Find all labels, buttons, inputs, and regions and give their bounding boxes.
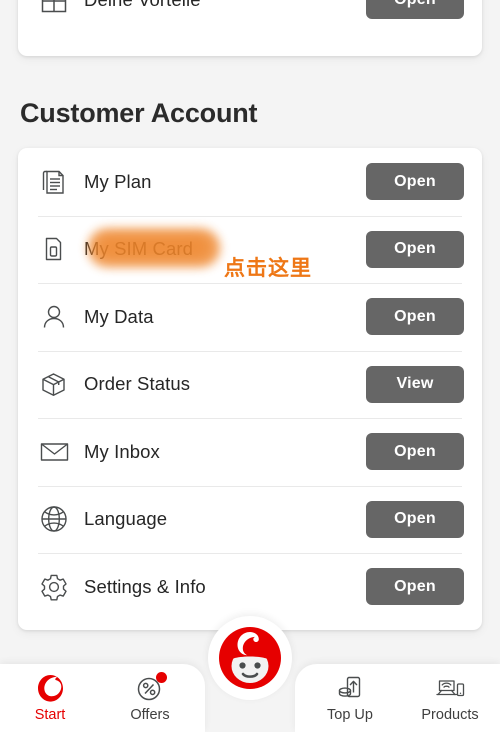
open-button-my-sim-card[interactable]: Open xyxy=(366,230,464,268)
router-phone-icon xyxy=(435,673,465,703)
list-item-label: My Inbox xyxy=(84,440,160,462)
list-item-label: My Data xyxy=(84,305,154,327)
bottom-navigation-bar: Start Offers Top Up Products xyxy=(0,616,500,732)
person-icon xyxy=(38,301,84,333)
gear-icon xyxy=(38,571,84,603)
vodafone-logo-icon xyxy=(37,673,64,703)
list-item-deine-vorteile[interactable]: Deine Vorteile Open xyxy=(18,0,482,56)
list-item-label: My Plan xyxy=(84,170,152,192)
envelope-icon xyxy=(38,435,84,468)
list-item-label: My SIM Card xyxy=(84,238,194,260)
open-button-my-data[interactable]: Open xyxy=(366,298,464,336)
open-button-settings-info[interactable]: Open xyxy=(366,568,464,606)
percent-circle-icon xyxy=(136,672,167,703)
page-title: Customer Account xyxy=(20,98,258,128)
nav-item-top-up[interactable]: Top Up xyxy=(300,664,400,732)
list-item-order-status[interactable]: Order Status View xyxy=(18,350,482,419)
offers-badge-dot xyxy=(156,672,167,683)
list-item-my-plan[interactable]: My Plan Open xyxy=(18,148,482,216)
app-screen: Deine Vorteile Open Customer Account My … xyxy=(0,0,500,732)
top-up-icon xyxy=(336,673,364,703)
nav-item-label: Offers xyxy=(130,707,170,723)
list-item-settings-info[interactable]: Settings & Info Open xyxy=(18,553,482,621)
nav-item-start[interactable]: Start xyxy=(0,664,100,732)
open-button-my-inbox[interactable]: Open xyxy=(366,433,464,471)
sim-card-icon xyxy=(38,234,84,264)
nav-item-label: Top Up xyxy=(327,707,373,723)
open-button-language[interactable]: Open xyxy=(366,500,464,538)
list-item-my-inbox[interactable]: My Inbox Open xyxy=(18,418,482,486)
customer-account-card: My Plan Open My SIM Card Open My Data Op xyxy=(18,148,482,630)
list-item-label: Order Status xyxy=(84,373,191,395)
open-button[interactable]: Open xyxy=(366,0,464,19)
list-item-label: Settings & Info xyxy=(84,575,206,597)
nav-item-products[interactable]: Products xyxy=(400,664,500,732)
nav-item-label: Products xyxy=(421,707,479,723)
view-button-order-status[interactable]: View xyxy=(366,365,464,403)
benefits-card: Deine Vorteile Open xyxy=(18,0,482,56)
list-item-language[interactable]: Language Open xyxy=(18,485,482,554)
globe-icon xyxy=(38,503,84,535)
list-item-label: Language xyxy=(84,508,168,530)
tobi-avatar-icon xyxy=(218,626,282,690)
nav-item-offers[interactable]: Offers xyxy=(100,664,200,732)
list-item-my-data[interactable]: My Data Open xyxy=(18,283,482,351)
gift-icon xyxy=(38,0,84,16)
documents-icon xyxy=(38,167,84,197)
package-icon xyxy=(38,369,84,400)
open-button-my-plan[interactable]: Open xyxy=(366,163,464,201)
list-item-label: Deine Vorteile xyxy=(84,0,366,11)
nav-item-label: Start xyxy=(34,707,66,723)
list-item-my-sim-card[interactable]: My SIM Card Open xyxy=(18,215,482,284)
assistant-avatar-button[interactable] xyxy=(208,616,292,700)
